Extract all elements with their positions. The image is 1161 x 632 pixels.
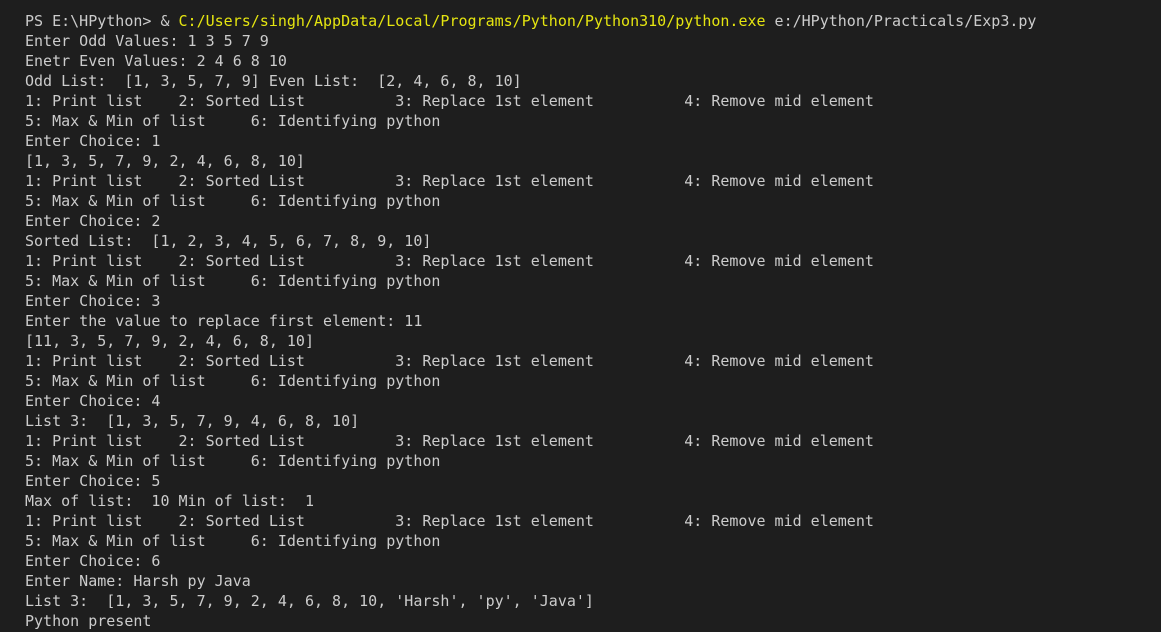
output-line: Sorted List: [1, 2, 3, 4, 5, 6, 7, 8, 9,… [25,232,432,250]
terminal-panel[interactable]: PS E:\HPython> & C:/Users/singh/AppData/… [0,0,1161,632]
menu-line: 5: Max & Min of list 6: Identifying pyth… [25,452,441,470]
prompt-line: PS E:\HPython> & C:/Users/singh/AppData/… [25,11,1161,31]
menu-line: 1: Print list 2: Sorted List 3: Replace … [25,512,874,530]
python-executable-path: C:/Users/singh/AppData/Local/Programs/Py… [178,12,766,30]
menu-line: 5: Max & Min of list 6: Identifying pyth… [25,532,441,550]
output-line: Enter Odd Values: 1 3 5 7 9 [25,32,269,50]
menu-line: 1: Print list 2: Sorted List 3: Replace … [25,92,874,110]
output-line: [1, 3, 5, 7, 9, 2, 4, 6, 8, 10] [25,152,305,170]
choice-line: Enter Choice: 3 [25,292,161,310]
output-line: [11, 3, 5, 7, 9, 2, 4, 6, 8, 10] [25,332,314,350]
output-line: List 3: [1, 3, 5, 7, 9, 4, 6, 8, 10] [25,412,360,430]
output-line: Python present [25,612,152,630]
choice-line: Enter Choice: 4 [25,392,161,410]
output-line: Max of list: 10 Min of list: 1 [25,492,314,510]
menu-line: 5: Max & Min of list 6: Identifying pyth… [25,272,441,290]
choice-line: Enter Choice: 6 [25,552,161,570]
output-line: List 3: [1, 3, 5, 7, 9, 2, 4, 6, 8, 10, … [25,592,594,610]
menu-line: 1: Print list 2: Sorted List 3: Replace … [25,252,874,270]
menu-line: 1: Print list 2: Sorted List 3: Replace … [25,432,874,450]
menu-line: 5: Max & Min of list 6: Identifying pyth… [25,372,441,390]
menu-line: 1: Print list 2: Sorted List 3: Replace … [25,352,874,370]
terminal-output: Enter Odd Values: 1 3 5 7 9 Enetr Even V… [25,31,1161,631]
output-line: Enter the value to replace first element… [25,312,423,330]
output-line: Enter Name: Harsh py Java [25,572,251,590]
menu-line: 5: Max & Min of list 6: Identifying pyth… [25,112,441,130]
choice-line: Enter Choice: 5 [25,472,161,490]
output-line: Odd List: [1, 3, 5, 7, 9] Even List: [2,… [25,72,522,90]
choice-line: Enter Choice: 1 [25,132,161,150]
choice-line: Enter Choice: 2 [25,212,161,230]
script-path: e:/HPython/Practicals/Exp3.py [765,12,1037,30]
menu-line: 1: Print list 2: Sorted List 3: Replace … [25,172,874,190]
prompt-prefix: PS E:\HPython> & [25,12,179,30]
output-line: Enetr Even Values: 2 4 6 8 10 [25,52,287,70]
menu-line: 5: Max & Min of list 6: Identifying pyth… [25,192,441,210]
